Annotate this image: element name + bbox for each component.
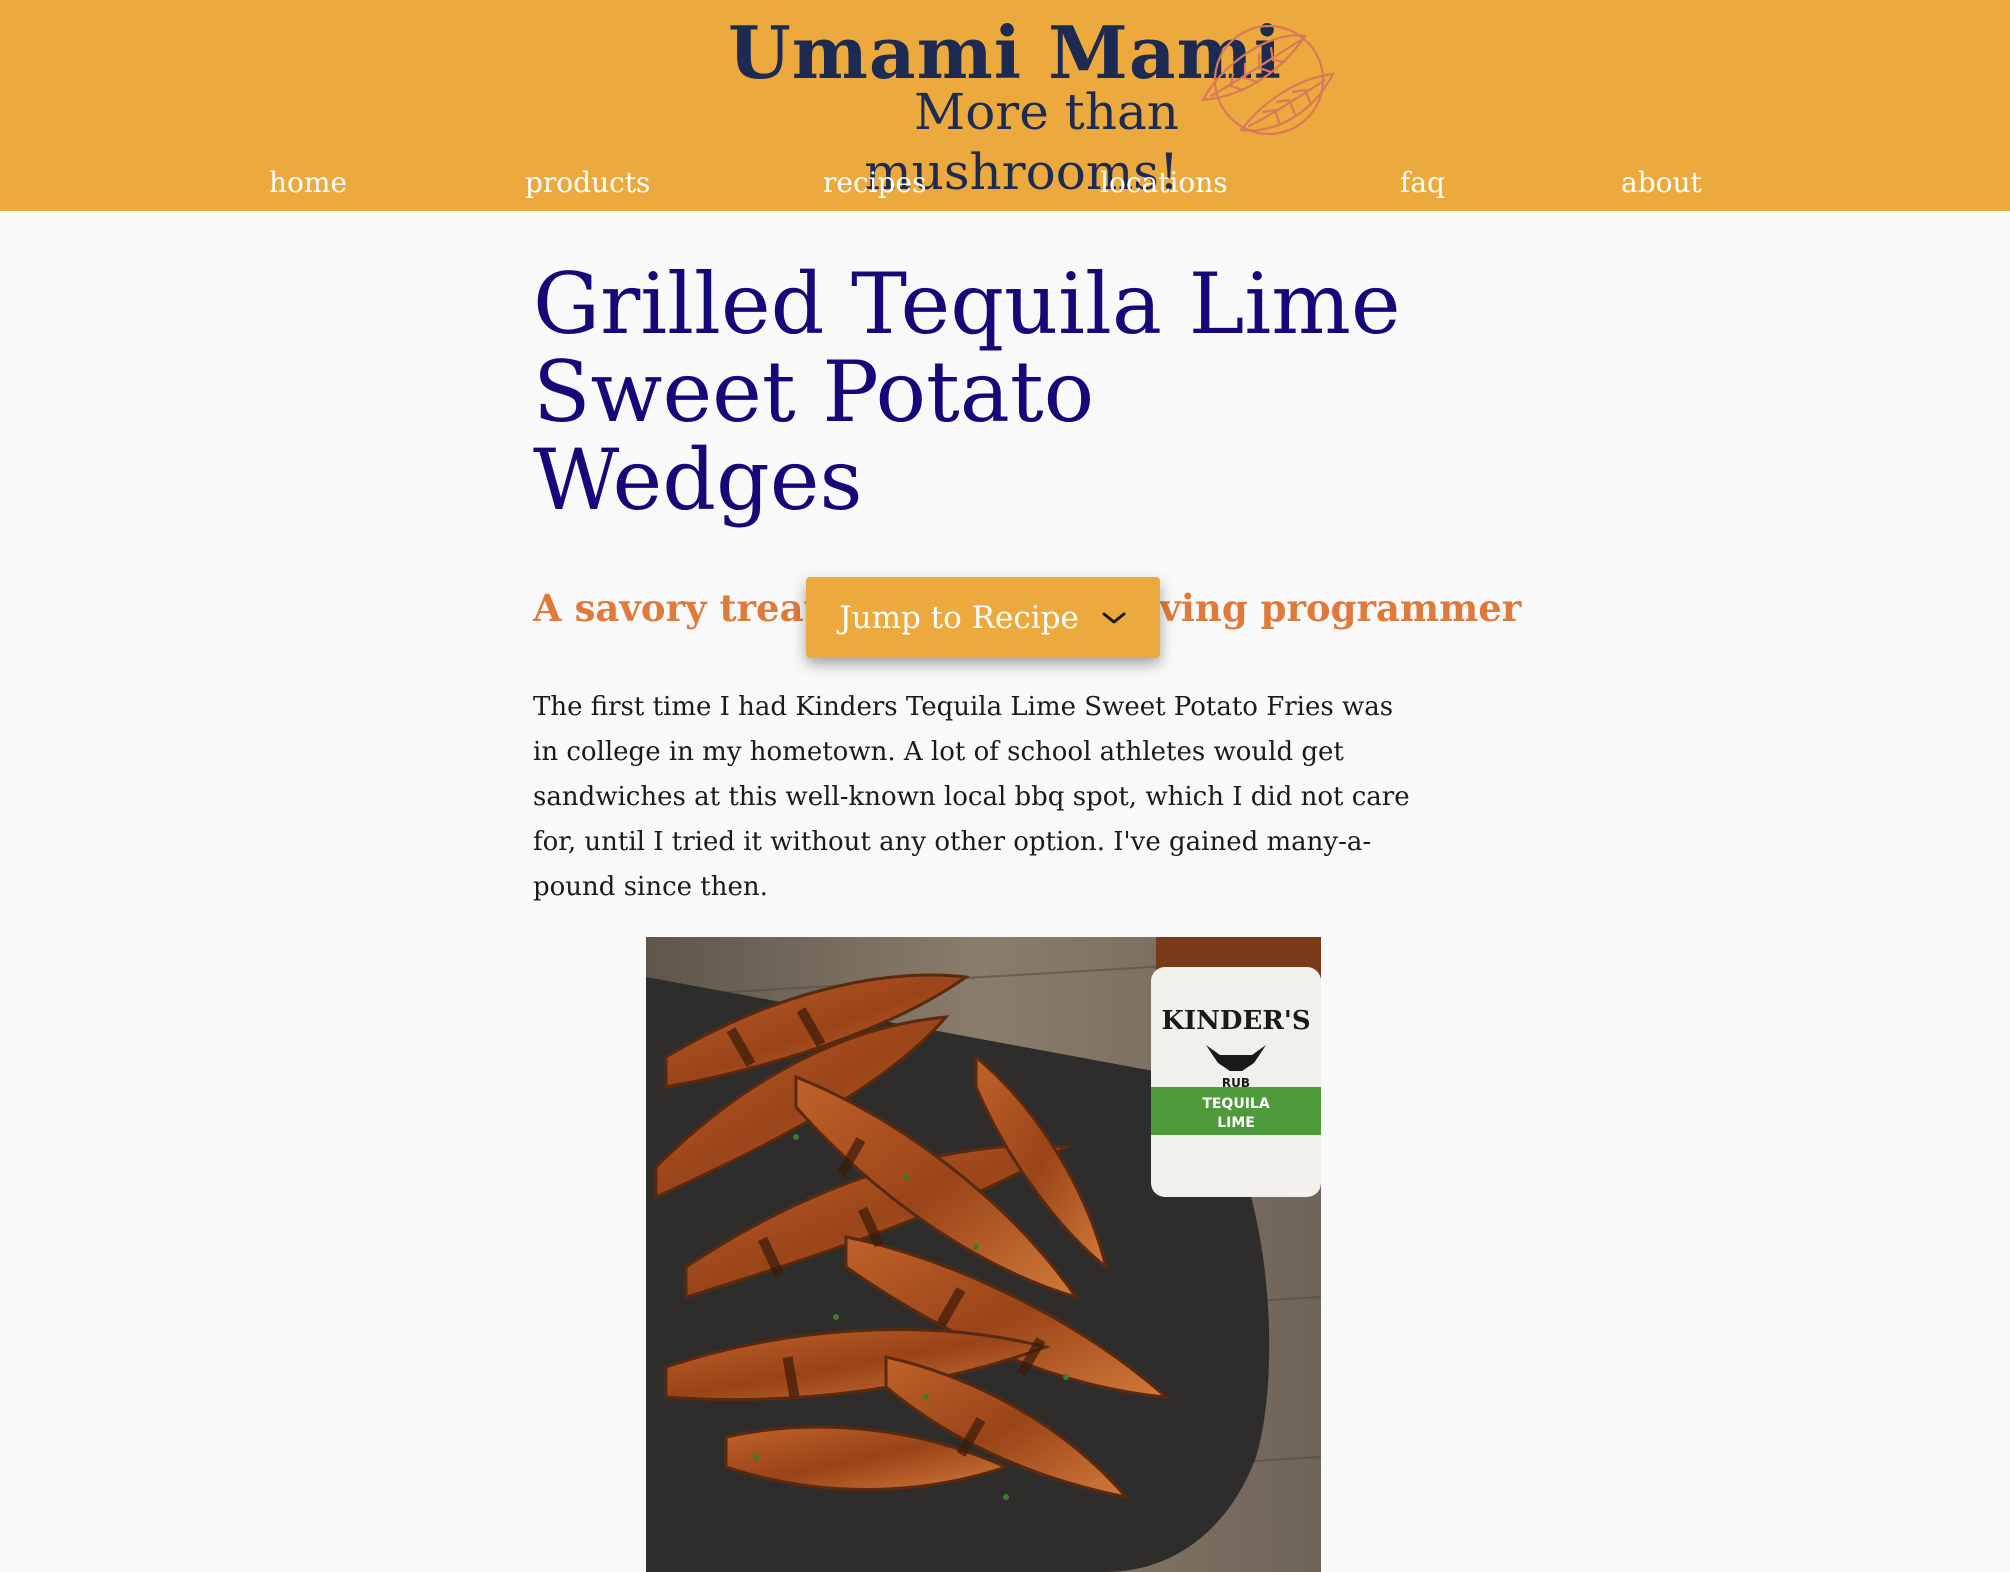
page-title: Grilled Tequila Lime Sweet Potato Wedges xyxy=(533,255,1401,529)
jump-to-recipe-button[interactable]: Jump to Recipe xyxy=(806,577,1160,658)
leaf-logo-icon[interactable] xyxy=(1193,22,1339,142)
recipe-article: Grilled Tequila Lime Sweet Potato Wedges… xyxy=(533,255,1521,902)
nav-item-home[interactable]: home xyxy=(269,160,347,206)
nav-item-products[interactable]: products xyxy=(525,160,650,206)
jump-to-recipe-label: Jump to Recipe xyxy=(839,599,1079,636)
site-header: Umami Mami More than mushrooms! home pro… xyxy=(0,0,2010,211)
jar-flavor-line1: TEQUILA xyxy=(1202,1096,1270,1112)
nav-item-locations[interactable]: locations xyxy=(1100,160,1228,206)
main-nav: home products recipes locations faq abou… xyxy=(0,160,2010,206)
jar-flavor-line2: LIME xyxy=(1217,1115,1255,1131)
chevron-down-icon xyxy=(1102,612,1126,623)
jar-brand-text: KINDER'S xyxy=(1161,1006,1310,1036)
sweet-potato-wedges-photo: KINDER'S RUB TEQUILA LIME xyxy=(646,937,1321,1572)
nav-item-about[interactable]: about xyxy=(1621,160,1702,206)
intro-paragraph: The first time I had Kinders Tequila Lim… xyxy=(533,692,1410,902)
nav-item-recipes[interactable]: recipes xyxy=(823,160,926,206)
nav-item-faq[interactable]: faq xyxy=(1400,160,1445,206)
photo-illustration: KINDER'S RUB TEQUILA LIME xyxy=(646,937,1321,1572)
seasoning-jar: KINDER'S RUB TEQUILA LIME xyxy=(1151,937,1321,1197)
jar-product-text: RUB xyxy=(1222,1076,1250,1090)
